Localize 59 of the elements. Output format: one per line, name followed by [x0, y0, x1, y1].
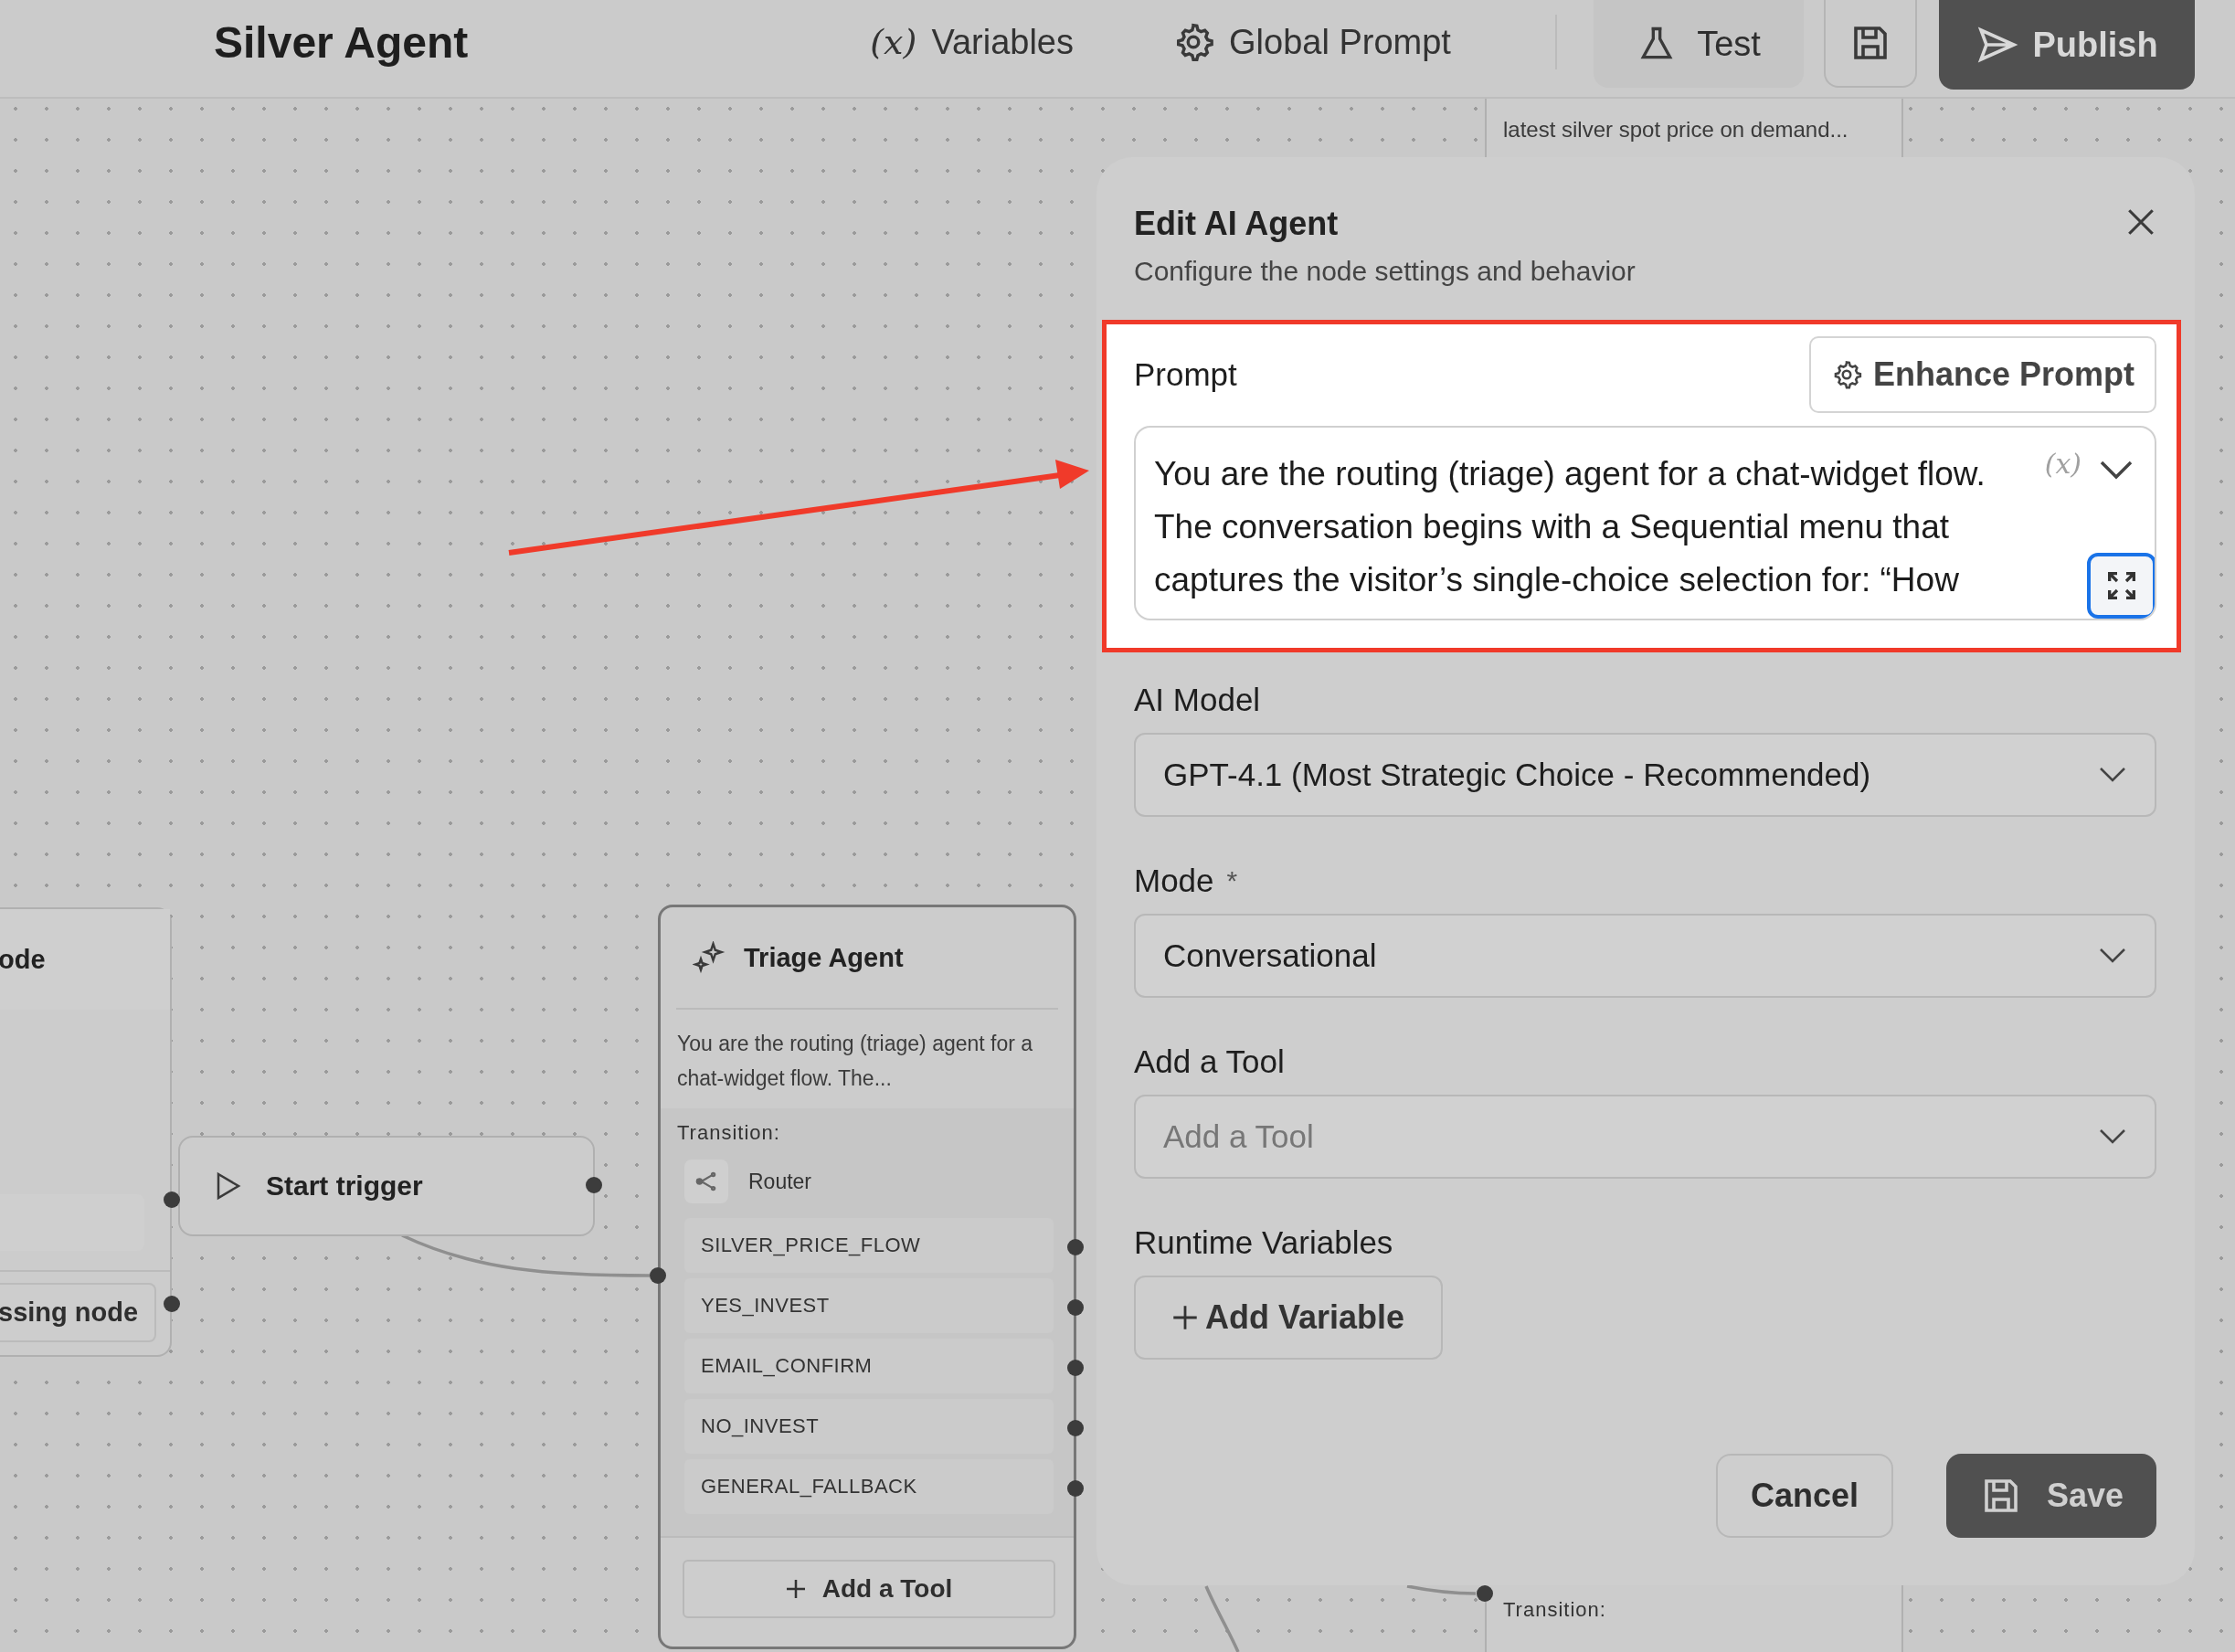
plus-icon: [1171, 1305, 1198, 1330]
node-card[interactable]: Transition:: [1485, 1585, 1903, 1652]
transition-item[interactable]: EMAIL_CONFIRM: [684, 1339, 1054, 1393]
play-icon: [215, 1171, 242, 1201]
plus-icon: [785, 1579, 806, 1599]
handle[interactable]: [586, 1177, 602, 1193]
router-label: Router: [748, 1169, 812, 1194]
chevron-down-icon: [2098, 947, 2127, 965]
enhance-prompt-button[interactable]: Enhance Prompt: [1808, 336, 2156, 413]
chevron-down-icon: [2098, 766, 2127, 784]
share-icon: [684, 1160, 728, 1203]
transition-label: Transition:: [1503, 1598, 1606, 1621]
field-label: Runtime Variables: [1134, 1224, 1393, 1261]
node-description: latest silver spot price on demand...: [1503, 117, 1848, 142]
field-label: Prompt: [1134, 356, 1237, 393]
field-label: AI Model: [1134, 682, 1261, 718]
agent-node[interactable]: Triage Agent You are the routing (triage) agent for a chat-widget flow. The... Transition: Router SILVER_PRICE_FLOW YES_INVEST EMAIL_CONFIRM NO_INVEST GENERAL_FALLBACK Add a Tool: [658, 905, 1076, 1649]
transition-item[interactable]: NO_INVEST: [684, 1399, 1054, 1454]
panel-title: Edit AI Agent: [1134, 205, 1340, 243]
variables-button[interactable]: (x) Variables: [870, 21, 1074, 63]
handle[interactable]: [1067, 1480, 1084, 1497]
panel-subtitle: Configure the node settings and behavior: [1134, 256, 1636, 287]
handle[interactable]: [1067, 1299, 1084, 1316]
cancel-button[interactable]: Cancel: [1716, 1454, 1893, 1538]
close-icon[interactable]: [2125, 206, 2156, 238]
handle[interactable]: [1067, 1360, 1084, 1376]
node-description: You are the routing (triage) agent for a chat-widget flow. The...: [676, 1031, 1034, 1092]
chevron-down-icon[interactable]: [2098, 459, 2134, 481]
expand-button[interactable]: [2087, 553, 2155, 619]
handle[interactable]: [1067, 1239, 1084, 1255]
select-field[interactable]: GPT-4.1 (Most Strategic Choice - Recommended): [1134, 733, 2156, 817]
prompt-text[interactable]: You are the routing (triage) agent for a chat-widget flow. The conversation begins with a Sequential menu that captures the visitor’s single-choice selection for: “How: [1154, 448, 1986, 607]
transition-item[interactable]: GENERAL_FALLBACK: [684, 1459, 1054, 1514]
field-label: Mode: [1134, 863, 1214, 899]
save-button[interactable]: [1824, 0, 1917, 88]
sparkle-icon: [693, 941, 726, 974]
start-trigger-node[interactable]: Start trigger: [178, 1136, 595, 1236]
transition-label: Transition:: [677, 1121, 780, 1144]
node-card[interactable]: latest silver spot price on demand...: [1485, 99, 1903, 159]
select-field[interactable]: Conversational: [1134, 914, 2156, 998]
node-title: Triage Agent: [744, 942, 904, 973]
add-tool-button[interactable]: Add a Tool: [683, 1560, 1055, 1618]
transition-item[interactable]: SILVER_PRICE_FLOW: [684, 1218, 1054, 1273]
node-title: ode: [0, 944, 46, 975]
chevron-down-icon: [2098, 1128, 2127, 1146]
add-variable-button[interactable]: Add Variable: [1134, 1276, 1443, 1360]
node-title: Start trigger: [266, 1170, 423, 1202]
handle[interactable]: [1477, 1585, 1493, 1602]
publish-button[interactable]: Publish: [1939, 0, 2195, 90]
test-button[interactable]: Test: [1594, 0, 1804, 88]
handle[interactable]: [650, 1267, 666, 1284]
handle[interactable]: [164, 1296, 180, 1312]
app-title: Silver Agent: [214, 16, 469, 68]
save-button[interactable]: Save: [1946, 1454, 2156, 1538]
global-prompt-button[interactable]: Global Prompt: [1172, 21, 1451, 63]
field-label: Add a Tool: [1134, 1043, 1285, 1080]
required-mark: *: [1226, 865, 1238, 896]
handle[interactable]: [1067, 1420, 1084, 1436]
transition-item[interactable]: YES_INVEST: [684, 1278, 1054, 1333]
